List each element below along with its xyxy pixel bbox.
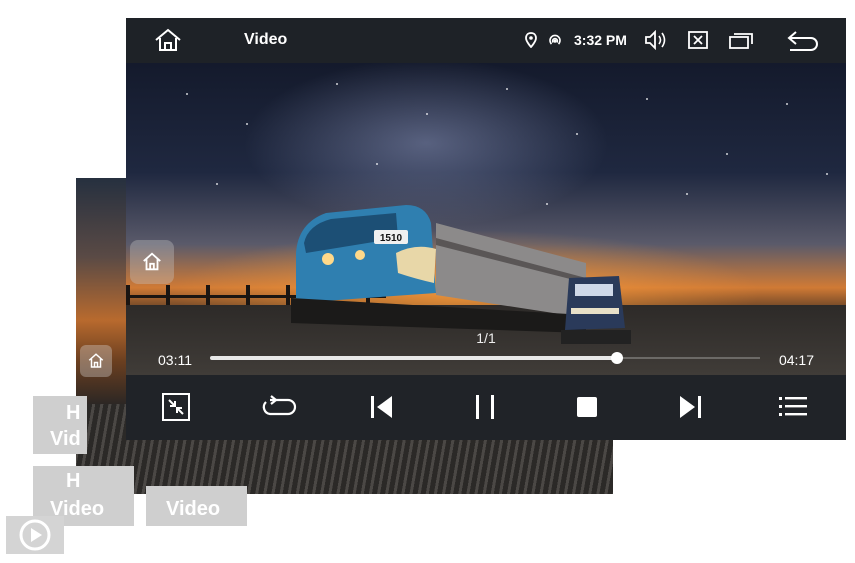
previous-button[interactable] <box>362 387 402 427</box>
clock: 3:32 PM <box>574 32 627 48</box>
back-button[interactable] <box>786 28 820 52</box>
home-icon <box>143 252 161 271</box>
pause-button[interactable] <box>465 387 505 427</box>
pause-icon <box>476 395 494 419</box>
playlist-icon <box>779 397 807 416</box>
playback-controls <box>126 375 846 440</box>
previous-icon <box>371 396 392 418</box>
location-icon <box>524 28 538 52</box>
stop-icon <box>577 397 597 417</box>
tile-label: Video <box>166 498 221 520</box>
play-badge <box>6 516 64 554</box>
volume-button[interactable] <box>644 28 668 52</box>
tile-label-line2: Vid <box>50 428 81 450</box>
seek-track-remaining <box>617 357 760 359</box>
status-bar: Video 3:32 PM <box>126 18 846 63</box>
volume-icon <box>645 30 666 50</box>
hotspot-icon <box>546 28 564 52</box>
floating-home-button[interactable] <box>130 240 174 284</box>
close-app-button[interactable] <box>686 28 710 52</box>
playlist-counter: 1/1 <box>476 330 496 346</box>
stop-button[interactable] <box>567 387 607 427</box>
home-icon <box>155 28 181 51</box>
seek-bar[interactable] <box>210 356 617 360</box>
home-icon <box>88 353 104 368</box>
app-tile-video-2: Video <box>146 486 247 526</box>
back-icon <box>787 31 818 51</box>
app-title: Video <box>244 31 288 48</box>
app-tile-partial: H Vid <box>33 396 87 454</box>
repeat-icon <box>262 395 297 416</box>
multi-window-button[interactable] <box>727 28 755 52</box>
close-box-icon <box>688 31 708 49</box>
shrink-icon <box>162 393 190 421</box>
locomotive-image: 1510 <box>291 205 586 333</box>
tile-label-line1: H <box>66 470 81 492</box>
current-time: 03:11 <box>158 352 192 368</box>
seek-thumb[interactable] <box>611 352 623 364</box>
next-icon <box>680 396 701 418</box>
tile-label-line1: H <box>66 402 81 424</box>
exit-fullscreen-button[interactable] <box>156 387 196 427</box>
video-player-window: Video 3:32 PM 1510 1/1 03:11 04:17 <box>126 18 846 440</box>
home-button[interactable] <box>152 28 184 52</box>
background-home-button <box>80 345 112 377</box>
windows-icon <box>729 33 753 49</box>
total-time: 04:17 <box>778 352 814 368</box>
repeat-button[interactable] <box>259 387 299 427</box>
next-button[interactable] <box>670 387 710 427</box>
video-surface[interactable]: 1510 1/1 03:11 04:17 <box>126 63 846 375</box>
playlist-button[interactable] <box>773 387 813 427</box>
play-circle-icon <box>19 519 51 551</box>
train-number: 1510 <box>380 233 403 244</box>
